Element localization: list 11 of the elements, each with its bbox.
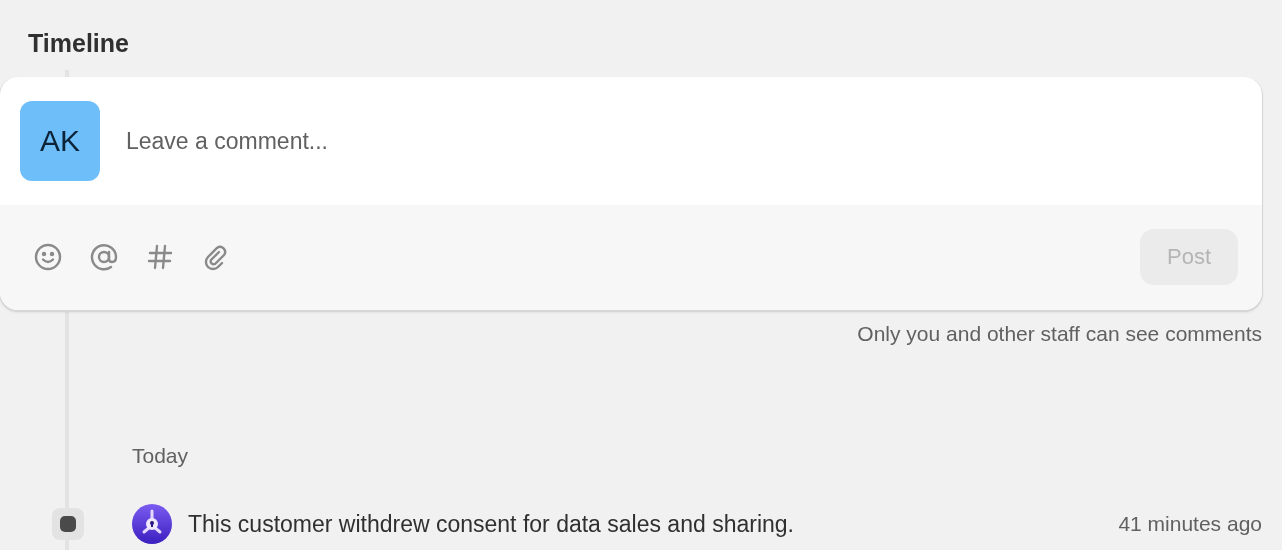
section-title: Timeline [27,28,130,50]
app-icon [132,504,172,544]
avatar: AK [20,101,100,181]
mention-icon[interactable] [90,243,118,271]
emoji-icon[interactable] [34,243,62,271]
event-text: This customer withdrew consent for data sales and sharing. [188,510,795,538]
event-time: 41 minutes ago [1118,512,1262,536]
visibility-note: Only you and other staff can see comments [856,322,1262,346]
comment-input[interactable]: Leave a comment... [124,126,1242,156]
hashtag-icon[interactable] [146,243,174,271]
date-heading: Today [132,444,190,468]
